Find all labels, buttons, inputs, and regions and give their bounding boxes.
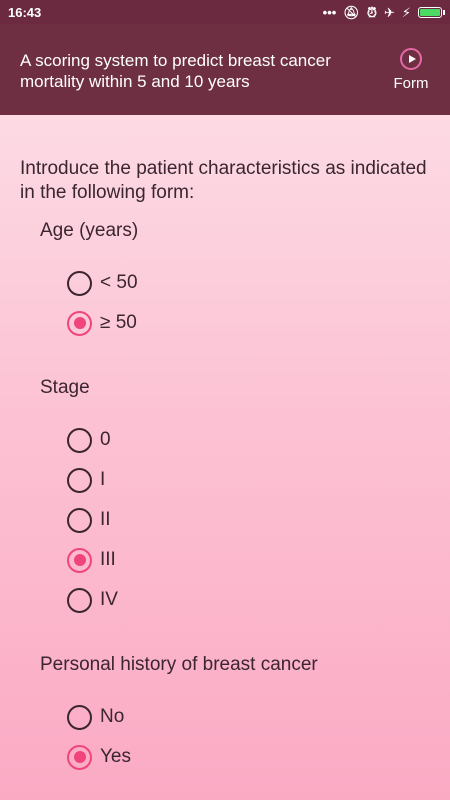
status-bar: 16:43 ••• 🔕︎ ⏰︎ ✈ ⚡︎ (0, 0, 450, 24)
age-option-50-plus[interactable]: ≥ 50 (67, 310, 137, 336)
history-label: Personal history of breast cancer (40, 654, 318, 675)
play-icon (400, 48, 422, 70)
option-label: ≥ 50 (100, 312, 137, 333)
age-label: Age (years) (40, 220, 139, 241)
option-label: < 50 (100, 272, 138, 293)
more-dots-icon: ••• (322, 4, 337, 20)
stage-option-iii[interactable]: III (67, 547, 116, 573)
radio-button[interactable] (67, 587, 92, 613)
history-option-no[interactable]: No (67, 704, 124, 730)
radio-button[interactable] (67, 704, 92, 730)
radio-button[interactable] (67, 270, 92, 296)
option-label: 0 (100, 429, 111, 450)
option-label: No (100, 706, 125, 727)
radio-button[interactable] (67, 547, 92, 573)
intro-text: Introduce the patient characteristics as… (20, 158, 427, 203)
notifications-off-icon: 🔕︎ (343, 4, 360, 20)
option-label: Yes (100, 746, 131, 767)
option-label: III (100, 549, 116, 570)
stage-option-i[interactable]: I (67, 467, 105, 493)
option-label: IV (100, 589, 118, 610)
radio-button[interactable] (67, 427, 92, 453)
radio-button[interactable] (67, 310, 92, 336)
stage-option-0[interactable]: 0 (67, 427, 111, 453)
status-icons: ••• 🔕︎ ⏰︎ ✈ ⚡︎ (322, 4, 445, 20)
status-time: 16:43 (8, 4, 42, 20)
alarm-icon: ⏰︎ (366, 4, 377, 20)
form-button-label: Form (393, 75, 429, 92)
app-title: A scoring system to predict breast cance… (20, 51, 331, 91)
option-label: II (100, 509, 111, 530)
charging-icon: ⚡︎ (401, 4, 411, 20)
radio-button[interactable] (67, 744, 92, 770)
airplane-mode-icon: ✈ (383, 4, 395, 20)
stage-label: Stage (40, 377, 90, 398)
option-label: I (100, 469, 106, 490)
stage-option-ii[interactable]: II (67, 507, 111, 533)
battery-icon (418, 6, 445, 18)
radio-button[interactable] (67, 507, 92, 533)
form-button[interactable]: Form (386, 48, 436, 92)
age-option-under-50[interactable]: < 50 (67, 270, 138, 296)
history-option-yes[interactable]: Yes (67, 744, 131, 770)
radio-button[interactable] (67, 467, 92, 493)
app-bar: A scoring system to predict breast cance… (0, 24, 450, 115)
stage-option-iv[interactable]: IV (67, 587, 118, 613)
